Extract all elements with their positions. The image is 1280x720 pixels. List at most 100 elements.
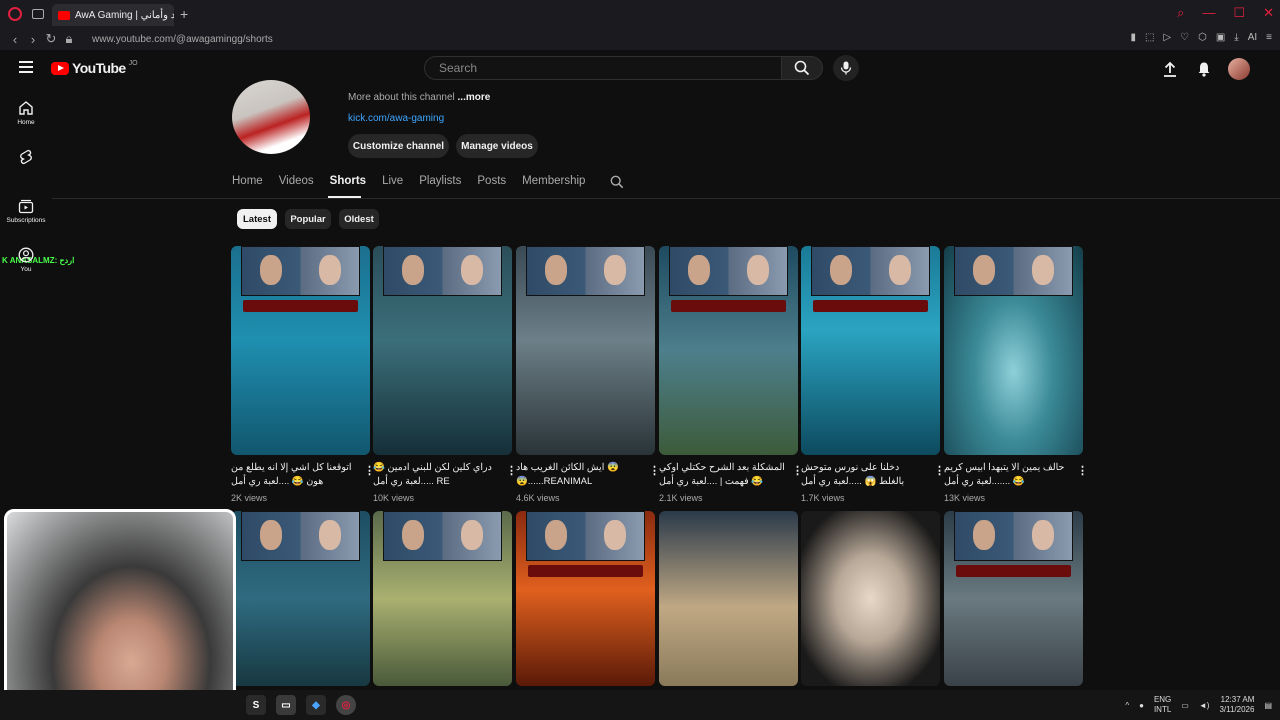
short-title[interactable]: حالف يمين الا يتبهدا ابيس كريم 😂 .......… [944, 461, 1070, 489]
url-field[interactable]: www.youtube.com/@awagamingg/shorts [92, 34, 273, 45]
more-options-icon[interactable]: ⋮ [934, 464, 945, 477]
network-icon[interactable]: ▭ [1181, 701, 1189, 710]
short-thumbnail[interactable] [516, 246, 655, 455]
sidebar-item-you[interactable]: You [0, 247, 52, 273]
manage-videos-button[interactable]: Manage videos [456, 134, 538, 158]
new-tab-icon[interactable]: + [180, 7, 188, 21]
tab-videos[interactable]: Videos [271, 175, 322, 197]
short-title[interactable]: دراي كلين لكن للبني ادمين 😂 RE .....لعبة… [373, 461, 499, 489]
short-thumbnail[interactable] [373, 511, 512, 686]
app-opera-icon[interactable]: ◎ [336, 695, 356, 715]
account-avatar[interactable] [1228, 58, 1250, 80]
search-icon [794, 60, 810, 76]
app-diamond-icon[interactable]: ◆ [306, 695, 326, 715]
app-gamepad-icon[interactable]: ▭ [276, 695, 296, 715]
lang-top: ENG [1153, 695, 1172, 704]
short-thumbnail[interactable] [944, 511, 1083, 686]
youtube-favicon-icon [58, 10, 70, 20]
short-title[interactable]: 😨 ايش الكائن الغريب هاد REANIMAL......😨 [516, 461, 642, 489]
channel-search-button[interactable] [610, 175, 624, 194]
customize-channel-button[interactable]: Customize channel [348, 134, 449, 158]
short-thumbnail[interactable] [231, 246, 370, 455]
short-thumbnail[interactable] [801, 246, 940, 455]
search-button[interactable] [781, 56, 823, 80]
more-options-icon[interactable]: ⋮ [364, 464, 375, 477]
screenshot-icon[interactable]: ⬚ [1145, 32, 1154, 43]
short-thumbnail[interactable] [659, 511, 798, 686]
notifications-tray-icon[interactable]: ▤ [1264, 701, 1272, 710]
lang-bottom: INTL [1153, 705, 1172, 714]
reload-icon[interactable]: ↻ [42, 31, 60, 47]
window-controls: ⌕ — ☐ ✕ [1177, 5, 1274, 21]
short-thumbnail[interactable] [659, 246, 798, 455]
back-icon[interactable]: ‹ [6, 32, 24, 47]
about-text: More about this channel [348, 92, 455, 103]
language-indicator[interactable]: ENG INTL [1154, 695, 1171, 715]
more-options-icon[interactable]: ⋮ [649, 464, 660, 477]
voice-search-button[interactable] [833, 55, 859, 81]
player-icon[interactable]: ▷ [1163, 32, 1171, 43]
chip-oldest[interactable]: Oldest [339, 209, 379, 229]
search-tabs-icon[interactable]: ⌕ [1177, 5, 1184, 21]
tab-posts[interactable]: Posts [469, 175, 514, 197]
app-s-icon[interactable]: S [246, 695, 266, 715]
short-views: 10K views [373, 493, 415, 503]
wallet-icon[interactable]: ▣ [1216, 32, 1225, 43]
search-input[interactable] [439, 57, 781, 79]
more-options-icon[interactable]: ⋮ [506, 464, 517, 477]
more-link[interactable]: ...more [458, 92, 491, 103]
short-thumbnail[interactable] [231, 511, 370, 686]
sidebar-item-shorts[interactable] [0, 149, 52, 168]
tab-live[interactable]: Live [374, 175, 411, 197]
close-icon[interactable]: ✕ [1263, 5, 1274, 21]
tab-home[interactable]: Home [232, 175, 271, 197]
bookmark-icon[interactable]: ▮ [1130, 32, 1136, 43]
short-title[interactable]: دخلنا على نورس متوحش بالغلط 😱 .....لعبة … [801, 461, 927, 489]
short-views: 1.7K views [801, 493, 845, 503]
tab-membership[interactable]: Membership [514, 175, 593, 197]
channel-about[interactable]: More about this channel ...more [348, 92, 490, 103]
minimize-icon[interactable]: — [1202, 5, 1215, 21]
download-icon[interactable]: ⤓ [1234, 32, 1238, 43]
clock[interactable]: 12:37 AM 3/11/2026 [1219, 695, 1254, 715]
opera-logo-icon[interactable] [8, 7, 22, 21]
sidebar-item-subscriptions[interactable]: Subscriptions [0, 198, 52, 224]
volume-icon[interactable]: ◄) [1199, 701, 1210, 710]
tab-overview-icon[interactable] [32, 9, 44, 19]
microphone-tray-icon[interactable]: ● [1139, 701, 1144, 710]
channel-external-link[interactable]: kick.com/awa-gaming [348, 113, 444, 124]
channel-avatar[interactable] [232, 80, 310, 154]
forward-icon[interactable]: › [24, 32, 42, 47]
heart-icon[interactable]: ♡ [1180, 32, 1189, 43]
tray-overflow-icon[interactable]: ^ [1125, 701, 1129, 710]
short-thumbnail[interactable] [516, 511, 655, 686]
extensions-icon[interactable]: ⬡ [1198, 32, 1207, 43]
youtube-logo[interactable]: YouTube JO [51, 60, 138, 76]
maximize-icon[interactable]: ☐ [1233, 5, 1245, 21]
short-views: 13K views [944, 493, 986, 503]
short-thumbnail[interactable] [801, 511, 940, 686]
chip-latest[interactable]: Latest [237, 209, 277, 229]
yt-header: YouTube JO [0, 50, 1280, 86]
upload-button[interactable] [1160, 59, 1180, 79]
sidebar-item-home[interactable]: Home [0, 100, 52, 126]
menu-icon[interactable]: ≡ [1266, 32, 1272, 43]
notifications-button[interactable] [1194, 59, 1214, 79]
youtube-wordmark: YouTube [72, 60, 126, 76]
clock-time: 12:37 AM [1220, 695, 1255, 704]
short-views: 2.1K views [659, 493, 703, 503]
short-thumbnail[interactable] [373, 246, 512, 455]
thumbnail-caption [813, 300, 928, 312]
more-options-icon[interactable]: ⋮ [792, 464, 803, 477]
ai-button[interactable]: AI [1248, 32, 1257, 43]
short-thumbnail[interactable] [944, 246, 1083, 455]
short-title[interactable]: المشكلة بعد الشرح حكتلي اوكي 😂 فهمت | ..… [659, 461, 785, 489]
short-title[interactable]: اتوقعنا كل اشي إلا انه يطلع من هون 😂 ...… [231, 461, 357, 489]
browser-tab-title: AwA Gaming | أحمد وأماني [75, 9, 174, 21]
chip-popular[interactable]: Popular [285, 209, 331, 229]
menu-hamburger-icon[interactable] [19, 61, 33, 73]
tab-playlists[interactable]: Playlists [411, 175, 469, 197]
more-options-icon[interactable]: ⋮ [1077, 464, 1088, 477]
tab-shorts[interactable]: Shorts [322, 175, 374, 197]
browser-tab[interactable]: AwA Gaming | أحمد وأماني [52, 4, 174, 26]
